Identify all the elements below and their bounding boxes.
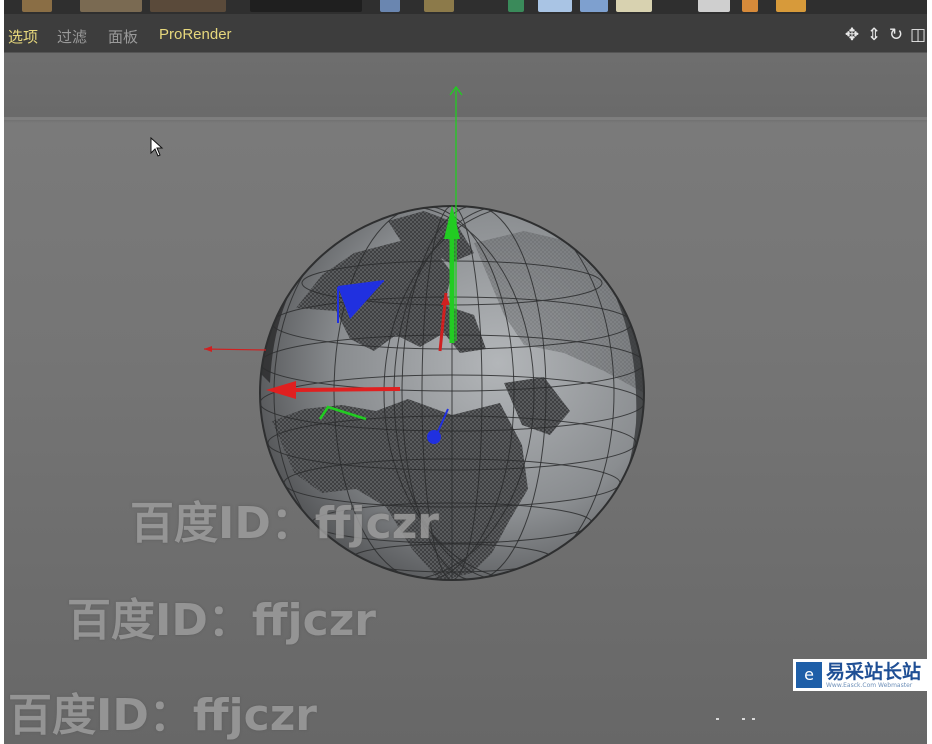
menu-panel[interactable]: 面板 [108, 26, 138, 47]
toolbar-button-13[interactable] [776, 0, 806, 12]
watermark-3: 百度ID：ffjczr [8, 690, 318, 741]
toolbar-button-9[interactable] [580, 0, 608, 12]
toolbar-button-11[interactable] [698, 0, 730, 12]
brand-name: 易采站长站 [826, 660, 922, 683]
zoom-view-icon[interactable]: ⇕ [865, 24, 883, 46]
watermark-2: 百度ID：ffjczr [67, 595, 377, 646]
cinema4d-window: 选项 过滤 面板 ProRender ✥ ⇕ ↻ ◫ 百度ID：ffjczr 百… [4, 0, 927, 744]
rotate-view-icon[interactable]: ↻ [887, 24, 905, 46]
menu-filter[interactable]: 过滤 [57, 26, 87, 47]
toolbar-button-4[interactable] [250, 0, 362, 12]
move-view-icon[interactable]: ✥ [843, 24, 861, 46]
x-axis-handle[interactable] [295, 387, 401, 392]
toolbar-button-6[interactable] [424, 0, 454, 12]
viewport-menu-bar: 选项 过滤 面板 ProRender ✥ ⇕ ↻ ◫ [4, 14, 927, 53]
menu-prorender[interactable]: ProRender [159, 26, 232, 43]
toolbar-button-10[interactable] [616, 0, 652, 12]
toolbar-button-1[interactable] [22, 0, 52, 12]
toolbar-button-12[interactable] [742, 0, 758, 12]
world-axis-gizmo [203, 346, 267, 352]
toolbar-button-7[interactable] [508, 0, 524, 12]
3d-viewport[interactable]: 百度ID：ffjczr 百度ID：ffjczr 百度ID：ffjczr [4, 53, 927, 744]
viewport-status-marks [716, 718, 755, 720]
toolbar-button-3[interactable] [150, 0, 226, 12]
brand-url: Www.Easck.Com Webmaster [826, 681, 913, 689]
layout-view-icon[interactable]: ◫ [909, 24, 927, 46]
site-brand-badge: e 易采站长站 Www.Easck.Com Webmaster [793, 659, 930, 691]
brand-logo-icon: e [796, 662, 822, 688]
menu-options[interactable]: 选项 [8, 26, 38, 47]
z-axis-dot-icon[interactable] [427, 430, 441, 444]
toolbar-button-5[interactable] [380, 0, 400, 12]
mouse-cursor-icon [150, 137, 164, 157]
watermark-1: 百度ID：ffjczr [130, 498, 440, 549]
viewport-nav-icons: ✥ ⇕ ↻ ◫ [843, 24, 927, 46]
toolbar-button-8[interactable] [538, 0, 572, 12]
toolbar-button-2[interactable] [80, 0, 142, 12]
top-toolbar [4, 0, 927, 14]
